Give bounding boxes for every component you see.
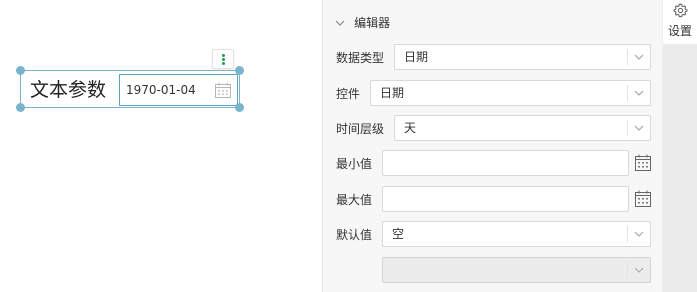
- sidebar-body: [663, 44, 697, 292]
- chevron-down-icon: [634, 90, 644, 96]
- chevron-down-icon: [634, 54, 644, 60]
- widget-date-value: 1970-01-04: [126, 83, 196, 97]
- data-type-select[interactable]: 日期: [394, 44, 651, 70]
- resize-handle-bottom-right[interactable]: [235, 103, 244, 112]
- time-level-select[interactable]: 天: [394, 115, 651, 141]
- chevron-down-icon: [634, 125, 644, 131]
- control-value: 日期: [380, 86, 405, 100]
- max-value-input[interactable]: [382, 186, 629, 212]
- default-value-select[interactable]: 空: [382, 221, 651, 247]
- settings-label: 设置: [668, 24, 693, 38]
- more-vertical-icon: [222, 54, 225, 57]
- default-value-extra-select[interactable]: [382, 257, 651, 283]
- resize-handle-top-right[interactable]: [235, 66, 244, 75]
- min-value-label: 最小值: [336, 157, 373, 171]
- widget-date-input[interactable]: 1970-01-04: [119, 74, 238, 106]
- chevron-down-icon: [634, 267, 644, 273]
- widget-more-button[interactable]: [212, 49, 234, 69]
- calendar-icon[interactable]: [634, 154, 652, 172]
- editor-panel: 编辑器 数据类型 日期 控件 日期 时间层级 天 最小值 最大值 默认值 空: [322, 0, 662, 292]
- calendar-icon[interactable]: [634, 190, 652, 208]
- time-level-value: 天: [404, 121, 417, 135]
- control-label: 控件: [336, 87, 361, 101]
- chevron-down-icon: [335, 20, 345, 26]
- settings-button[interactable]: 设置: [663, 0, 697, 44]
- resize-handle-top-left[interactable]: [16, 66, 25, 75]
- max-value-label: 最大值: [336, 193, 373, 207]
- text-parameter-widget[interactable]: 文本参数 1970-01-04: [16, 66, 244, 112]
- data-type-label: 数据类型: [336, 51, 385, 65]
- data-type-value: 日期: [404, 50, 429, 64]
- report-canvas[interactable]: 文本参数 1970-01-04: [0, 0, 322, 292]
- right-sidebar: 设置: [662, 0, 697, 292]
- resize-handle-bottom-left[interactable]: [16, 103, 25, 112]
- gear-icon: [673, 3, 688, 18]
- chevron-down-icon: [634, 231, 644, 237]
- time-level-label: 时间层级: [336, 122, 385, 136]
- calendar-icon[interactable]: [214, 82, 232, 99]
- control-select[interactable]: 日期: [370, 80, 651, 106]
- min-value-input[interactable]: [382, 150, 629, 176]
- default-value-label: 默认值: [336, 228, 373, 242]
- editor-title: 编辑器: [354, 16, 391, 30]
- default-value-value: 空: [392, 227, 405, 241]
- widget-label: 文本参数: [30, 79, 107, 101]
- editor-section-header[interactable]: 编辑器: [335, 12, 391, 30]
